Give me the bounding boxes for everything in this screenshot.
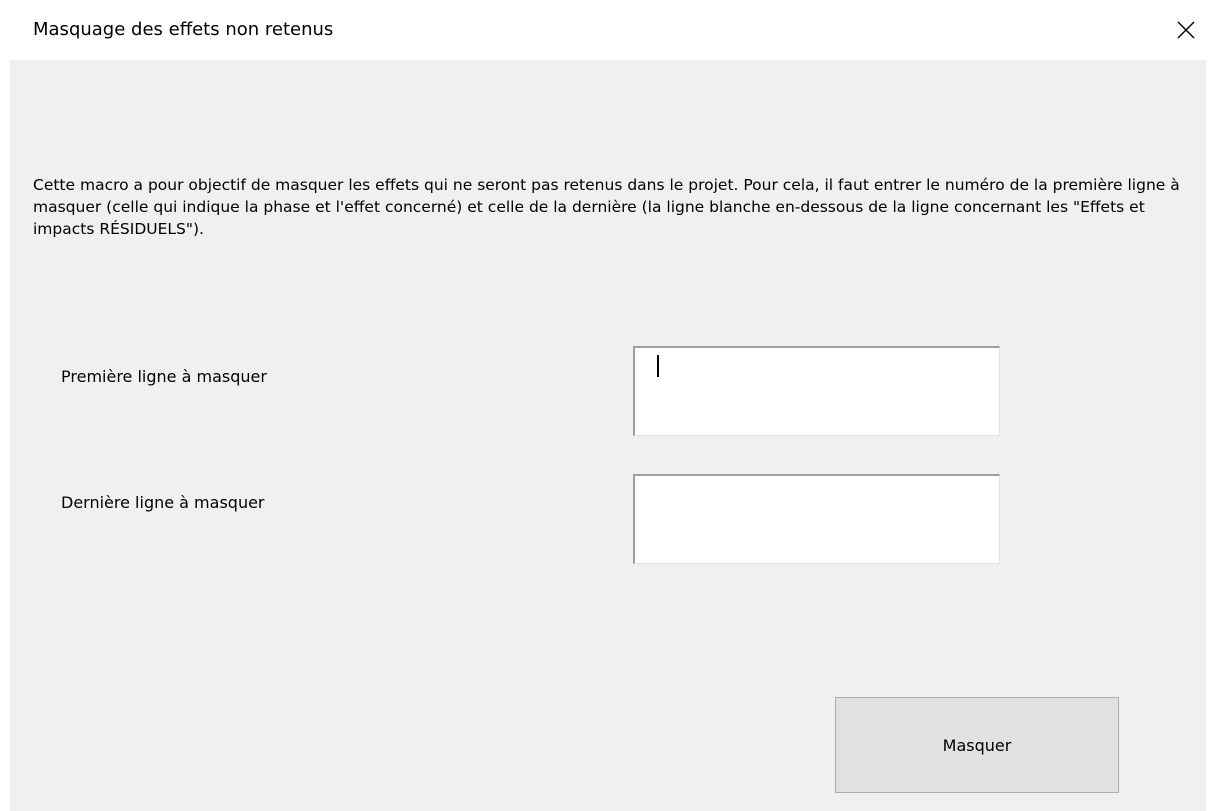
window-title: Masquage des effets non retenus (33, 19, 334, 40)
dialog-window: Masquage des effets non retenus Cette ma… (0, 0, 1216, 811)
last-line-label: Dernière ligne à masquer (61, 493, 265, 512)
first-line-label: Première ligne à masquer (61, 367, 267, 386)
title-bar: Masquage des effets non retenus (0, 0, 1216, 60)
first-line-input[interactable] (633, 346, 1000, 436)
instructions-text: Cette macro a pour objectif de masquer l… (33, 176, 1180, 238)
close-button[interactable] (1156, 0, 1216, 60)
close-icon (1177, 21, 1195, 39)
last-line-input[interactable] (633, 474, 1000, 564)
masquer-button[interactable]: Masquer (835, 697, 1119, 793)
dialog-body: Cette macro a pour objectif de masquer l… (10, 60, 1206, 811)
text-caret (657, 355, 659, 377)
